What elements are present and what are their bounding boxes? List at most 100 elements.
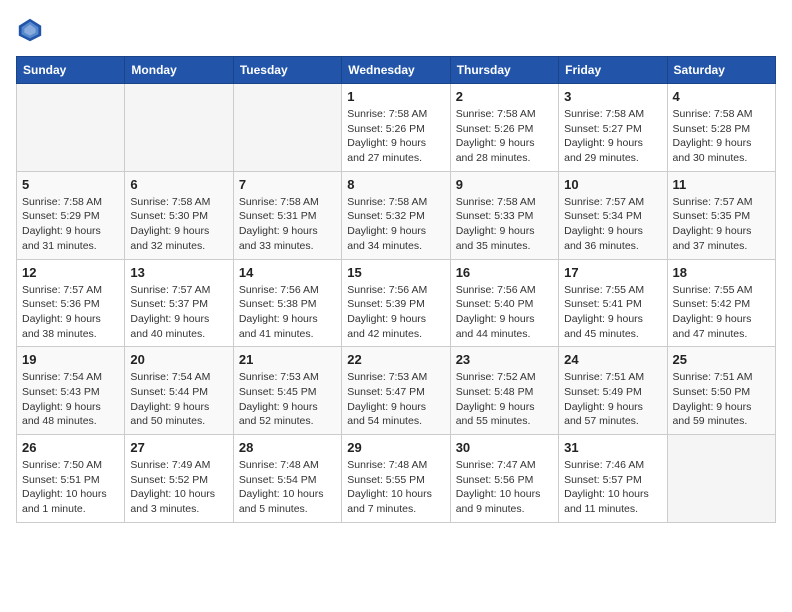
day-number: 3 [564,89,661,104]
day-info: Sunrise: 7:58 AM Sunset: 5:33 PM Dayligh… [456,195,553,254]
calendar-day-4: 4 Sunrise: 7:58 AM Sunset: 5:28 PM Daylig… [667,84,775,172]
day-number: 12 [22,265,119,280]
col-header-wednesday: Wednesday [342,57,450,84]
day-info: Sunrise: 7:58 AM Sunset: 5:27 PM Dayligh… [564,107,661,166]
calendar-header-row: SundayMondayTuesdayWednesdayThursdayFrid… [17,57,776,84]
day-number: 20 [130,352,227,367]
day-number: 14 [239,265,336,280]
day-number: 8 [347,177,444,192]
day-info: Sunrise: 7:52 AM Sunset: 5:48 PM Dayligh… [456,370,553,429]
day-number: 4 [673,89,770,104]
calendar-day-20: 20 Sunrise: 7:54 AM Sunset: 5:44 PM Dayli… [125,347,233,435]
calendar-day-16: 16Sunrise: 7:56 AM Sunset: 5:40 PM Dayli… [450,259,558,347]
calendar-day-6: 6 Sunrise: 7:58 AM Sunset: 5:30 PM Daylig… [125,171,233,259]
day-info: Sunrise: 7:54 AM Sunset: 5:44 PM Dayligh… [130,370,227,429]
day-info: Sunrise: 7:58 AM Sunset: 5:29 PM Dayligh… [22,195,119,254]
day-info: Sunrise: 7:57 AM Sunset: 5:37 PM Dayligh… [130,283,227,342]
day-number: 7 [239,177,336,192]
calendar-day-14: 14 Sunrise: 7:56 AM Sunset: 5:38 PM Dayli… [233,259,341,347]
day-number: 15 [347,265,444,280]
calendar-day-5: 5 Sunrise: 7:58 AM Sunset: 5:29 PM Daylig… [17,171,125,259]
calendar-day-25: 25Sunrise: 7:51 AM Sunset: 5:50 PM Dayli… [667,347,775,435]
day-number: 30 [456,440,553,455]
day-number: 27 [130,440,227,455]
day-number: 29 [347,440,444,455]
calendar-day-9: 9 Sunrise: 7:58 AM Sunset: 5:33 PM Daylig… [450,171,558,259]
calendar-day-27: 27Sunrise: 7:49 AM Sunset: 5:52 PM Dayli… [125,435,233,523]
col-header-tuesday: Tuesday [233,57,341,84]
logo [16,16,50,44]
calendar-empty [125,84,233,172]
day-number: 25 [673,352,770,367]
calendar-day-15: 15 Sunrise: 7:56 AM Sunset: 5:39 PM Dayli… [342,259,450,347]
day-info: Sunrise: 7:55 AM Sunset: 5:42 PM Dayligh… [673,283,770,342]
day-number: 11 [673,177,770,192]
calendar-day-18: 18 Sunrise: 7:55 AM Sunset: 5:42 PM Dayli… [667,259,775,347]
calendar-day-12: 12 Sunrise: 7:57 AM Sunset: 5:36 PM Dayli… [17,259,125,347]
calendar-day-30: 30 Sunrise: 7:47 AM Sunset: 5:56 PM Dayli… [450,435,558,523]
day-number: 5 [22,177,119,192]
day-info: Sunrise: 7:57 AM Sunset: 5:34 PM Dayligh… [564,195,661,254]
calendar-week-row: 1 Sunrise: 7:58 AM Sunset: 5:26 PM Daylig… [17,84,776,172]
day-info: Sunrise: 7:54 AM Sunset: 5:43 PM Dayligh… [22,370,119,429]
day-number: 6 [130,177,227,192]
calendar-day-31: 31 Sunrise: 7:46 AM Sunset: 5:57 PM Dayli… [559,435,667,523]
calendar-day-28: 28Sunrise: 7:48 AM Sunset: 5:54 PM Dayli… [233,435,341,523]
calendar-day-24: 24Sunrise: 7:51 AM Sunset: 5:49 PM Dayli… [559,347,667,435]
calendar-day-3: 3 Sunrise: 7:58 AM Sunset: 5:27 PM Daylig… [559,84,667,172]
calendar-day-21: 21 Sunrise: 7:53 AM Sunset: 5:45 PM Dayli… [233,347,341,435]
day-number: 1 [347,89,444,104]
day-info: Sunrise: 7:57 AM Sunset: 5:36 PM Dayligh… [22,283,119,342]
day-info: Sunrise: 7:47 AM Sunset: 5:56 PM Dayligh… [456,458,553,517]
calendar-day-2: 2 Sunrise: 7:58 AM Sunset: 5:26 PM Daylig… [450,84,558,172]
day-info: Sunrise: 7:58 AM Sunset: 5:32 PM Dayligh… [347,195,444,254]
day-number: 9 [456,177,553,192]
day-info: Sunrise: 7:58 AM Sunset: 5:31 PM Dayligh… [239,195,336,254]
calendar-week-row: 19 Sunrise: 7:54 AM Sunset: 5:43 PM Dayli… [17,347,776,435]
day-info: Sunrise: 7:58 AM Sunset: 5:26 PM Dayligh… [456,107,553,166]
calendar-day-11: 11Sunrise: 7:57 AM Sunset: 5:35 PM Dayli… [667,171,775,259]
day-info: Sunrise: 7:48 AM Sunset: 5:54 PM Dayligh… [239,458,336,517]
day-info: Sunrise: 7:58 AM Sunset: 5:28 PM Dayligh… [673,107,770,166]
day-number: 10 [564,177,661,192]
day-number: 24 [564,352,661,367]
calendar-week-row: 12 Sunrise: 7:57 AM Sunset: 5:36 PM Dayli… [17,259,776,347]
calendar-day-10: 10 Sunrise: 7:57 AM Sunset: 5:34 PM Dayli… [559,171,667,259]
calendar-day-22: 22 Sunrise: 7:53 AM Sunset: 5:47 PM Dayli… [342,347,450,435]
calendar-day-13: 13 Sunrise: 7:57 AM Sunset: 5:37 PM Dayli… [125,259,233,347]
calendar-week-row: 5 Sunrise: 7:58 AM Sunset: 5:29 PM Daylig… [17,171,776,259]
day-number: 2 [456,89,553,104]
day-number: 26 [22,440,119,455]
day-info: Sunrise: 7:58 AM Sunset: 5:30 PM Dayligh… [130,195,227,254]
calendar-empty [233,84,341,172]
calendar-day-26: 26 Sunrise: 7:50 AM Sunset: 5:51 PM Dayli… [17,435,125,523]
calendar: SundayMondayTuesdayWednesdayThursdayFrid… [16,56,776,523]
day-number: 13 [130,265,227,280]
day-number: 18 [673,265,770,280]
col-header-thursday: Thursday [450,57,558,84]
day-info: Sunrise: 7:48 AM Sunset: 5:55 PM Dayligh… [347,458,444,517]
day-number: 19 [22,352,119,367]
day-info: Sunrise: 7:56 AM Sunset: 5:38 PM Dayligh… [239,283,336,342]
day-number: 17 [564,265,661,280]
calendar-empty [667,435,775,523]
col-header-friday: Friday [559,57,667,84]
day-info: Sunrise: 7:56 AM Sunset: 5:40 PM Dayligh… [456,283,553,342]
day-info: Sunrise: 7:58 AM Sunset: 5:26 PM Dayligh… [347,107,444,166]
day-info: Sunrise: 7:50 AM Sunset: 5:51 PM Dayligh… [22,458,119,517]
day-info: Sunrise: 7:53 AM Sunset: 5:47 PM Dayligh… [347,370,444,429]
calendar-day-7: 7 Sunrise: 7:58 AM Sunset: 5:31 PM Daylig… [233,171,341,259]
day-info: Sunrise: 7:53 AM Sunset: 5:45 PM Dayligh… [239,370,336,429]
calendar-day-29: 29 Sunrise: 7:48 AM Sunset: 5:55 PM Dayli… [342,435,450,523]
calendar-day-1: 1 Sunrise: 7:58 AM Sunset: 5:26 PM Daylig… [342,84,450,172]
day-info: Sunrise: 7:46 AM Sunset: 5:57 PM Dayligh… [564,458,661,517]
calendar-week-row: 26 Sunrise: 7:50 AM Sunset: 5:51 PM Dayli… [17,435,776,523]
calendar-day-23: 23 Sunrise: 7:52 AM Sunset: 5:48 PM Dayli… [450,347,558,435]
day-number: 21 [239,352,336,367]
day-number: 22 [347,352,444,367]
day-info: Sunrise: 7:56 AM Sunset: 5:39 PM Dayligh… [347,283,444,342]
col-header-monday: Monday [125,57,233,84]
day-number: 31 [564,440,661,455]
day-number: 23 [456,352,553,367]
calendar-day-8: 8 Sunrise: 7:58 AM Sunset: 5:32 PM Daylig… [342,171,450,259]
